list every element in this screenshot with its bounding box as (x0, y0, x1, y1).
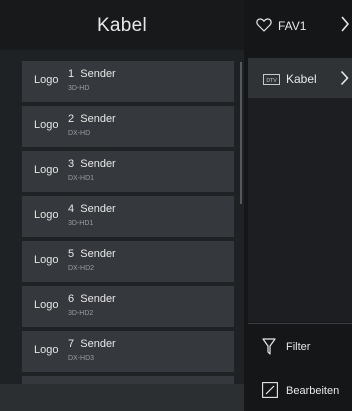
channel-row[interactable]: Logo 3 Sender DX-HD1 (22, 151, 234, 192)
channel-title: Sender (80, 293, 116, 305)
source-item-label: Kabel (286, 72, 317, 86)
channel-logo: Logo (34, 164, 59, 176)
channel-name: 5 Sender (68, 248, 116, 260)
channel-type: DX-HD1 (68, 175, 95, 182)
channel-row[interactable]: Logo 7 Sender DX-HD3 (22, 331, 234, 372)
channel-title: Sender (80, 338, 116, 350)
channel-row[interactable]: Logo 4 Sender 3D-HD1 (22, 196, 234, 237)
channel-list-footer (0, 384, 244, 411)
edit-label: Bearbeiten (286, 385, 340, 397)
channel-title: Sender (80, 68, 116, 80)
channel-row[interactable]: Logo 5 Sender DX-HD2 (22, 241, 234, 282)
channel-title: Sender (80, 203, 116, 215)
channel-name: 1 Sender (68, 68, 116, 80)
tv-icon: DTV (263, 74, 280, 85)
channel-type: DX-HD2 (68, 265, 95, 272)
filter-label: Filter (286, 341, 311, 353)
filter-icon (262, 338, 276, 355)
filter-button[interactable]: Filter (248, 330, 352, 366)
channel-list-header: Kabel (0, 0, 244, 50)
chevron-right-icon (340, 70, 349, 86)
channel-number: 3 (68, 158, 75, 170)
menu-divider (248, 323, 352, 324)
channel-number: 7 (68, 338, 75, 350)
channel-type: DX-HD3 (68, 355, 95, 362)
channel-row[interactable]: Logo 1 Sender 3D-HD (22, 61, 234, 102)
channel-list-screen: Kabel Logo 1 Sender 3D-HD Logo 2 Sender … (0, 0, 352, 411)
channel-number: 4 (68, 203, 75, 215)
channel-name: 3 Sender (68, 158, 116, 170)
menu-panel: FAV1 DTV Kabel Filter Bearbeiten (244, 0, 352, 411)
channel-number: 5 (68, 248, 75, 260)
svg-text:DTV: DTV (266, 78, 277, 84)
channel-title: Sender (80, 113, 116, 125)
channel-logo: Logo (34, 209, 59, 221)
fav-tab-label: FAV1 (278, 19, 307, 33)
channel-name: 7 Sender (68, 338, 116, 350)
channel-logo: Logo (34, 119, 59, 131)
channel-name: 4 Sender (68, 203, 116, 215)
channel-type: DX-HD (68, 130, 91, 137)
channel-logo: Logo (34, 344, 59, 356)
channel-logo: Logo (34, 254, 59, 266)
channel-row[interactable]: Logo 6 Sender 3D-HD2 (22, 286, 234, 327)
edit-icon (262, 382, 278, 398)
source-item-kabel[interactable]: DTV Kabel (248, 58, 352, 98)
channel-number: 1 (68, 68, 75, 80)
channel-name: 6 Sender (68, 293, 116, 305)
channel-list-panel: Kabel Logo 1 Sender 3D-HD Logo 2 Sender … (0, 0, 244, 411)
channel-row-partial[interactable] (22, 376, 234, 384)
fav-tab[interactable]: FAV1 (244, 0, 352, 50)
channel-type: 3D-HD (68, 85, 90, 92)
channel-list-scrollbar[interactable] (240, 62, 242, 204)
channel-name: 2 Sender (68, 113, 116, 125)
edit-button[interactable]: Bearbeiten (248, 372, 352, 408)
chevron-right-icon (341, 16, 350, 32)
channel-logo: Logo (34, 74, 59, 86)
channel-title: Sender (80, 158, 116, 170)
channel-number: 6 (68, 293, 75, 305)
channel-logo: Logo (34, 299, 59, 311)
channel-list-title: Kabel (96, 15, 148, 36)
channel-type: 3D-HD2 (68, 310, 94, 317)
channel-number: 2 (68, 113, 75, 125)
channel-list: Logo 1 Sender 3D-HD Logo 2 Sender DX-HD … (22, 61, 234, 376)
channel-title: Sender (80, 248, 116, 260)
heart-outline-icon (256, 18, 272, 32)
channel-type: 3D-HD1 (68, 220, 94, 227)
channel-row[interactable]: Logo 2 Sender DX-HD (22, 106, 234, 147)
